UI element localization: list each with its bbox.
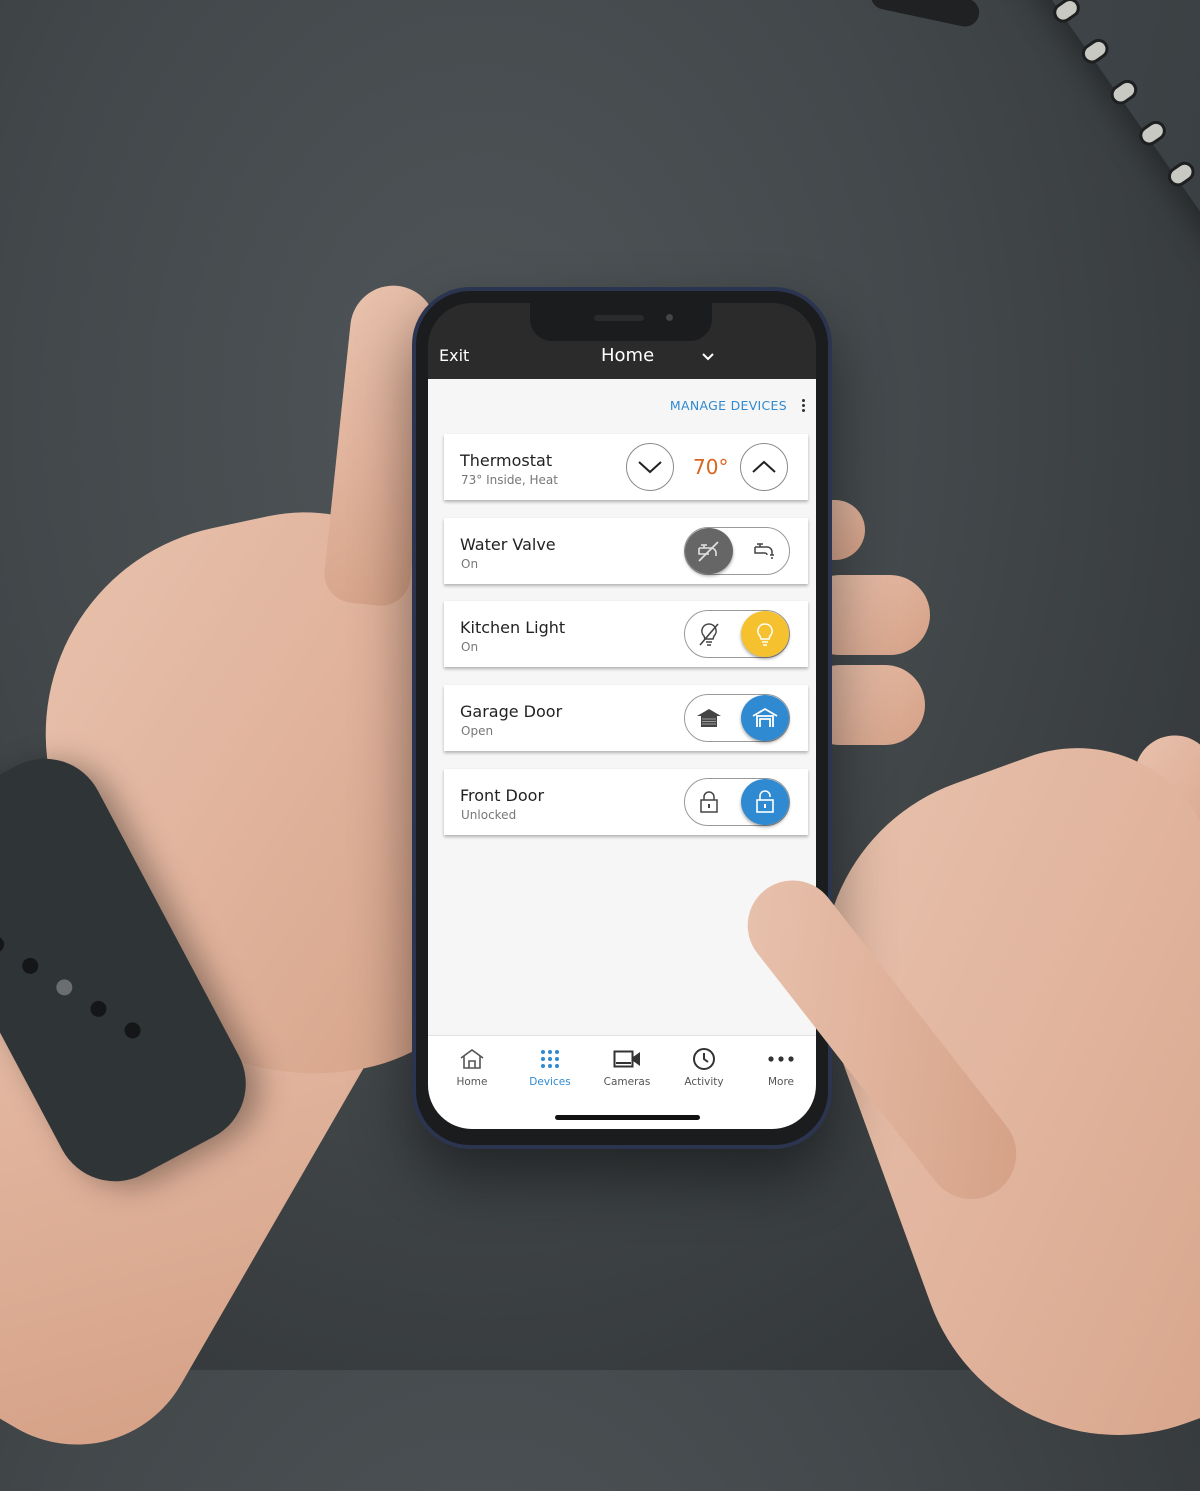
device-card-kitchen-light[interactable]: Kitchen Light On xyxy=(444,601,808,667)
notebook-ring xyxy=(1078,35,1113,68)
band-hole xyxy=(87,998,110,1020)
garage-open-button[interactable] xyxy=(741,695,789,741)
device-name: Kitchen Light xyxy=(460,618,566,637)
unlock-button[interactable] xyxy=(741,779,789,825)
water-off-icon xyxy=(698,541,719,562)
tab-label: Cameras xyxy=(603,1076,651,1088)
kebab-menu-icon[interactable] xyxy=(802,399,806,413)
tab-cameras[interactable]: Cameras xyxy=(592,1046,662,1088)
kitchen-light-toggle[interactable] xyxy=(684,610,790,658)
tab-home[interactable]: Home xyxy=(437,1046,507,1088)
device-card-front-door[interactable]: Front Door Unlocked xyxy=(444,769,808,835)
band-hole xyxy=(19,955,42,977)
right-finger xyxy=(1128,729,1200,881)
notebook-ring xyxy=(1164,157,1199,191)
device-name: Garage Door xyxy=(460,702,563,721)
notebook-ring xyxy=(1049,0,1084,27)
device-status: Open xyxy=(461,724,494,738)
camera-icon xyxy=(613,1050,640,1068)
notebook-ring xyxy=(1135,116,1170,150)
devices-list: MANAGE DEVICES Thermostat 73° Inside, He… xyxy=(428,379,816,1035)
tab-more[interactable]: More xyxy=(746,1046,816,1088)
home-indicator[interactable] xyxy=(555,1115,700,1120)
light-off-icon xyxy=(699,623,719,646)
phone-notch xyxy=(530,303,712,341)
device-card-water-valve[interactable]: Water Valve On xyxy=(444,518,808,584)
spiral-notebook xyxy=(1010,0,1200,285)
light-off-button[interactable] xyxy=(685,611,733,657)
clock-icon xyxy=(693,1048,715,1070)
chevron-down-icon[interactable] xyxy=(701,349,715,363)
chevron-down-icon xyxy=(638,461,662,474)
device-status: On xyxy=(461,640,479,654)
water-valve-toggle[interactable] xyxy=(684,527,790,575)
device-card-garage-door[interactable]: Garage Door Open xyxy=(444,685,808,751)
manage-devices-link[interactable]: MANAGE DEVICES xyxy=(670,398,787,413)
decrease-temp-button[interactable] xyxy=(626,443,674,491)
garage-open-icon xyxy=(752,707,778,727)
lock-open-icon xyxy=(756,790,774,813)
tab-label: Devices xyxy=(529,1076,571,1088)
home-icon xyxy=(460,1049,484,1069)
band-hole xyxy=(121,1019,144,1042)
front-door-toggle[interactable] xyxy=(684,778,790,826)
faucet-icon xyxy=(754,543,774,559)
lock-button[interactable] xyxy=(685,779,733,825)
garage-close-button[interactable] xyxy=(685,695,733,741)
pen xyxy=(868,0,982,30)
light-bulb-icon xyxy=(757,623,773,646)
location-title[interactable]: Home xyxy=(601,345,654,366)
tab-label: Home xyxy=(456,1076,488,1088)
band-pin xyxy=(53,976,76,999)
garage-door-toggle[interactable] xyxy=(684,694,790,742)
exit-button[interactable]: Exit xyxy=(439,346,469,365)
setpoint-value: 70° xyxy=(693,455,729,479)
speaker-grille xyxy=(594,315,644,321)
tab-activity[interactable]: Activity xyxy=(669,1046,739,1088)
band-hole xyxy=(0,933,7,956)
increase-temp-button[interactable] xyxy=(740,443,788,491)
device-status: On xyxy=(461,557,479,571)
watch-band xyxy=(0,737,267,1203)
notebook-ring xyxy=(1106,75,1142,109)
device-name: Water Valve xyxy=(460,535,556,554)
light-on-button[interactable] xyxy=(741,611,789,657)
tab-label: Activity xyxy=(684,1076,724,1088)
device-card-thermostat[interactable]: Thermostat 73° Inside, Heat 70° xyxy=(444,434,808,500)
tab-devices[interactable]: Devices xyxy=(515,1046,585,1088)
lock-closed-icon xyxy=(700,791,718,813)
more-dots-icon xyxy=(768,1056,794,1062)
garage-closed-icon xyxy=(697,709,721,727)
water-on-button[interactable] xyxy=(741,528,789,574)
water-off-button[interactable] xyxy=(685,528,733,574)
device-name: Thermostat xyxy=(460,451,553,470)
chevron-up-icon xyxy=(752,460,776,473)
devices-grid-icon xyxy=(541,1050,559,1068)
app-header: Exit Home xyxy=(428,303,816,379)
device-status: 73° Inside, Heat xyxy=(461,473,558,487)
left-arm xyxy=(0,771,431,1489)
tab-label: More xyxy=(767,1076,795,1088)
device-status: Unlocked xyxy=(461,808,517,822)
phone-screen: Exit Home MANAGE DEVICES Thermostat 73° … xyxy=(428,303,816,1129)
front-camera xyxy=(666,314,673,321)
device-name: Front Door xyxy=(460,786,545,805)
